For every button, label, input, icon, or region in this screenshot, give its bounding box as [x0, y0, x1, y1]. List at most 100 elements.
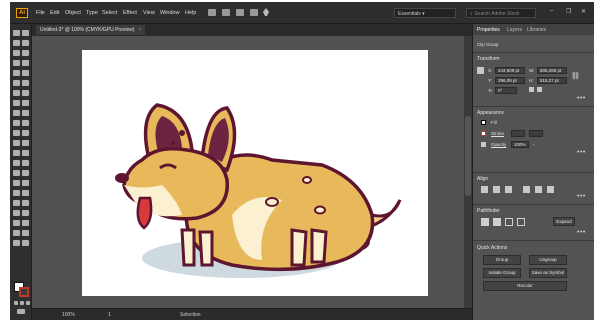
tab-libraries[interactable]: Libraries [527, 27, 546, 33]
minimize-button[interactable]: – [550, 8, 553, 14]
x-field[interactable]: 444,609 pt [495, 67, 525, 74]
magic-wand-tool-icon[interactable] [13, 40, 20, 46]
constrain-proportions-icon[interactable]: ⛓ [571, 72, 580, 80]
stroke-weight-field[interactable] [511, 130, 525, 137]
rotate-tool-icon[interactable] [13, 90, 20, 96]
mesh-tool-icon[interactable] [13, 120, 20, 126]
menu-object[interactable]: Object [65, 10, 81, 16]
angle-field[interactable]: 0° [495, 87, 517, 94]
close-tab-icon[interactable]: × [139, 27, 142, 33]
smooth-tool-icon[interactable] [22, 200, 29, 206]
align-horizontal-center-icon[interactable] [493, 186, 500, 193]
blend-tool-icon[interactable] [22, 130, 29, 136]
stroke-color-icon[interactable] [481, 131, 486, 136]
align-bottom-icon[interactable] [547, 186, 554, 193]
isolate-group-button[interactable]: Isolate Group [483, 268, 521, 278]
warp-tool-icon[interactable] [22, 170, 29, 176]
symbol-sprayer-tool-icon[interactable] [13, 140, 20, 146]
line-tool-icon[interactable] [22, 60, 29, 66]
menu-file[interactable]: File [36, 10, 45, 16]
shape-builder-tool-icon[interactable] [13, 110, 20, 116]
artboard[interactable] [82, 50, 428, 296]
measure-tool-icon[interactable] [22, 220, 29, 226]
zoom-alt-tool-icon[interactable] [22, 240, 29, 246]
intersect-icon[interactable] [505, 218, 513, 226]
minus-front-icon[interactable] [493, 218, 501, 226]
reference-point-icon[interactable] [477, 67, 484, 74]
menu-type[interactable]: Type [86, 10, 98, 16]
eyedropper-tool-icon[interactable] [13, 130, 20, 136]
menu-effect[interactable]: Effect [123, 10, 137, 16]
opacity-chevron-icon[interactable]: › [533, 142, 535, 147]
h-field[interactable]: 515,27 pt [537, 77, 567, 84]
gradient-mode-icon[interactable] [20, 301, 24, 305]
ellipse-tool-icon[interactable] [13, 190, 20, 196]
recolor-button[interactable]: Recolor [483, 281, 567, 291]
rectangle-tool-icon[interactable] [13, 70, 20, 76]
document-tab[interactable]: Untitled-3* @ 100% (CMYK/GPU Preview) × [36, 25, 146, 35]
vertical-scrollbar[interactable] [464, 36, 472, 308]
type-tool-icon[interactable] [13, 60, 20, 66]
ungroup-button[interactable]: Ungroup [529, 255, 567, 265]
rocket-icon[interactable] [262, 8, 270, 17]
scissors-tool-icon[interactable] [22, 180, 29, 186]
gpu-performance-icon[interactable] [250, 9, 258, 16]
tab-properties[interactable]: Properties [477, 27, 500, 33]
slice-tool-icon[interactable] [22, 150, 29, 156]
flip-vertical-icon[interactable] [537, 87, 542, 92]
exclude-icon[interactable] [517, 218, 525, 226]
restore-button[interactable]: ❐ [566, 8, 571, 15]
fill-icon[interactable] [481, 120, 486, 125]
paintbrush-tool-icon[interactable] [22, 70, 29, 76]
hand-tool-alt-icon[interactable] [13, 230, 20, 236]
w-field[interactable]: 505,268 pt [537, 67, 567, 74]
group-button[interactable]: Group [483, 255, 521, 265]
menu-window[interactable]: Window [160, 10, 180, 16]
arrange-documents-icon[interactable] [236, 9, 244, 16]
direct-selection-tool-icon[interactable] [22, 30, 29, 36]
stroke-swatch[interactable] [19, 287, 29, 297]
rotate-view-tool-icon[interactable] [22, 230, 29, 236]
hand-tool-icon[interactable] [13, 160, 20, 166]
color-mode-icon[interactable] [14, 301, 18, 305]
selection-tool-icon[interactable] [13, 30, 20, 36]
tab-layers[interactable]: Layers [507, 27, 522, 33]
column-graph-tool-icon[interactable] [22, 140, 29, 146]
join-tool-icon[interactable] [22, 210, 29, 216]
curvature-tool-icon[interactable] [22, 50, 29, 56]
print-tiling-tool-icon[interactable] [13, 240, 20, 246]
zoom-tool-icon[interactable] [22, 160, 29, 166]
workspace-switcher[interactable]: Essentials ▾ [394, 8, 456, 18]
align-right-icon[interactable] [505, 186, 512, 193]
canvas-area[interactable] [32, 36, 472, 308]
appearance-more-icon[interactable]: ••• [577, 149, 586, 156]
artboard-number[interactable]: 1 [108, 312, 111, 318]
puppet-warp-tool-icon[interactable] [13, 170, 20, 176]
lasso-tool-icon[interactable] [22, 40, 29, 46]
expand-button[interactable]: Expand [553, 217, 575, 226]
adobe-stock-search[interactable]: ⌕ Search Adobe Stock [466, 8, 536, 18]
gradient-tool-icon[interactable] [22, 120, 29, 126]
pathfinder-more-icon[interactable]: ••• [577, 229, 586, 236]
width-tool-icon[interactable] [13, 100, 20, 106]
knife-tool-icon[interactable] [13, 180, 20, 186]
screen-mode-icon[interactable] [17, 309, 25, 314]
flip-horizontal-icon[interactable] [529, 87, 534, 92]
menu-help[interactable]: Help [185, 10, 196, 16]
align-top-icon[interactable] [523, 186, 530, 193]
corgi-illustration[interactable] [82, 50, 428, 296]
zoom-level[interactable]: 100% [62, 312, 75, 318]
menu-view[interactable]: View [143, 10, 155, 16]
eraser-tool-icon[interactable] [22, 80, 29, 86]
align-left-icon[interactable] [481, 186, 488, 193]
pencil-tool-icon[interactable] [13, 200, 20, 206]
artboard-tool-icon[interactable] [13, 150, 20, 156]
menu-edit[interactable]: Edit [50, 10, 59, 16]
live-paint-tool-icon[interactable] [13, 220, 20, 226]
scale-tool-icon[interactable] [22, 90, 29, 96]
stroke-weight-dropdown[interactable] [529, 130, 543, 137]
opacity-label[interactable]: Opacity [491, 142, 506, 147]
stroke-label[interactable]: Stroke [491, 131, 504, 136]
stock-icon[interactable] [222, 9, 230, 16]
blob-brush-tool-icon[interactable] [13, 210, 20, 216]
